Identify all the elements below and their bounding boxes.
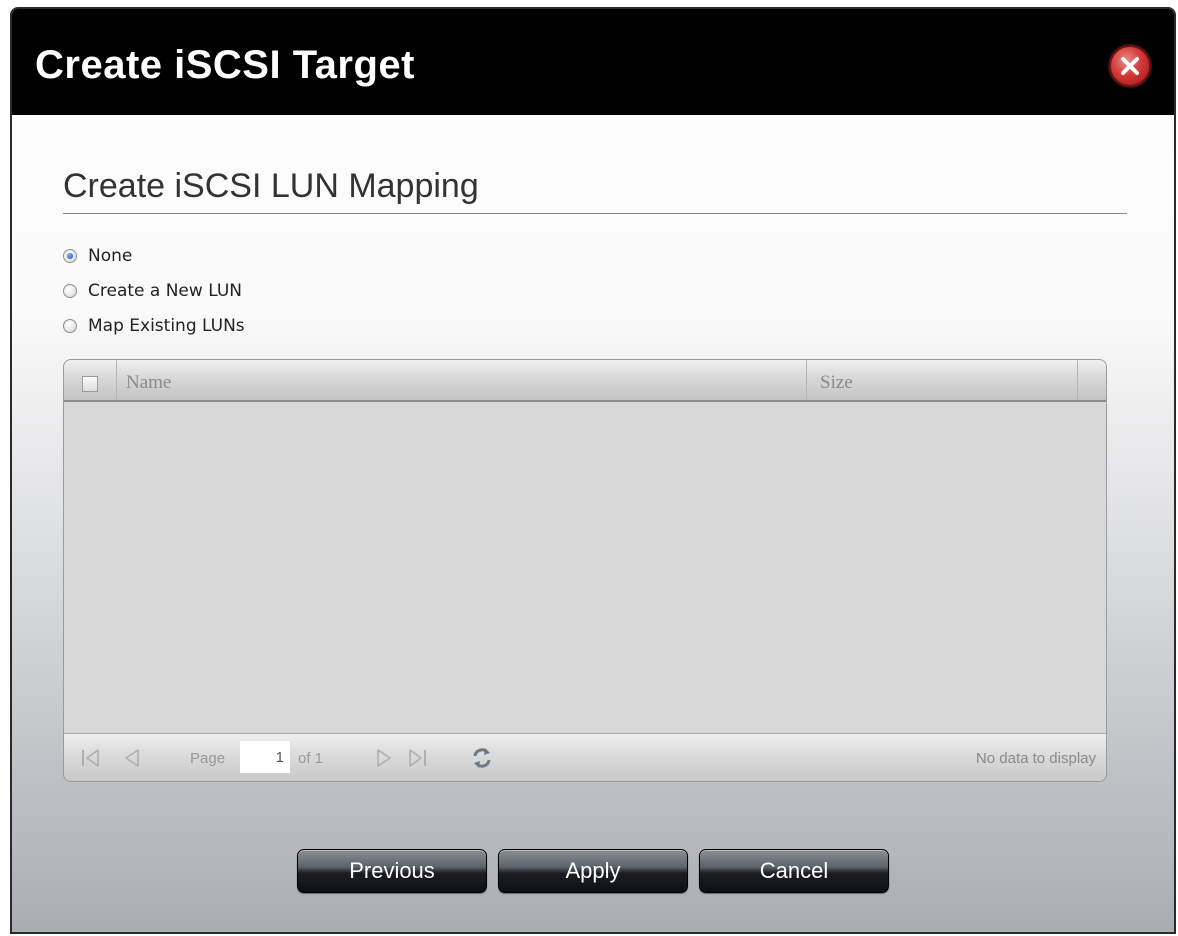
section-divider <box>63 213 1127 214</box>
column-header-name[interactable]: Name <box>126 372 171 394</box>
column-separator[interactable] <box>1077 360 1078 400</box>
radio-option-map-existing-luns[interactable]: Map Existing LUNs <box>63 315 245 337</box>
grid-status: No data to display <box>975 750 1096 767</box>
last-page-icon[interactable] <box>406 748 428 768</box>
section-title: Create iSCSI LUN Mapping <box>63 167 479 205</box>
next-page-icon[interactable] <box>374 748 394 768</box>
radio-label-map-existing-luns: Map Existing LUNs <box>88 316 245 336</box>
radio-button-create-new-lun[interactable] <box>63 284 77 298</box>
radio-button-none[interactable] <box>63 249 77 263</box>
create-iscsi-target-dialog: Create iSCSI Target Create iSCSI LUN Map… <box>10 7 1176 934</box>
radio-label-none: None <box>88 246 133 266</box>
lun-grid: Name Size Page of 1 <box>63 359 1107 782</box>
grid-body <box>64 402 1106 733</box>
previous-button[interactable]: Previous <box>297 849 487 893</box>
select-all-checkbox[interactable] <box>82 376 98 392</box>
grid-pager: Page of 1 No data to display <box>64 733 1106 781</box>
column-header-size[interactable]: Size <box>820 372 853 394</box>
page-label: Page <box>190 750 226 767</box>
radio-option-create-new-lun[interactable]: Create a New LUN <box>63 280 242 302</box>
close-icon[interactable] <box>1109 45 1151 87</box>
page-of-label: of 1 <box>298 750 324 767</box>
radio-option-none[interactable]: None <box>63 245 132 267</box>
grid-header: Name Size <box>64 360 1106 402</box>
refresh-icon[interactable] <box>470 746 494 770</box>
column-separator[interactable] <box>116 360 117 400</box>
first-page-icon[interactable] <box>80 748 102 768</box>
radio-label-create-new-lun: Create a New LUN <box>88 281 242 301</box>
dialog-title: Create iSCSI Target <box>35 43 415 87</box>
page-number-input[interactable] <box>240 741 290 773</box>
dialog-titlebar: Create iSCSI Target <box>12 9 1174 115</box>
column-separator[interactable] <box>806 360 807 400</box>
apply-button[interactable]: Apply <box>498 849 688 893</box>
cancel-button[interactable]: Cancel <box>699 849 889 893</box>
previous-page-icon[interactable] <box>122 748 142 768</box>
radio-button-map-existing-luns[interactable] <box>63 319 77 333</box>
